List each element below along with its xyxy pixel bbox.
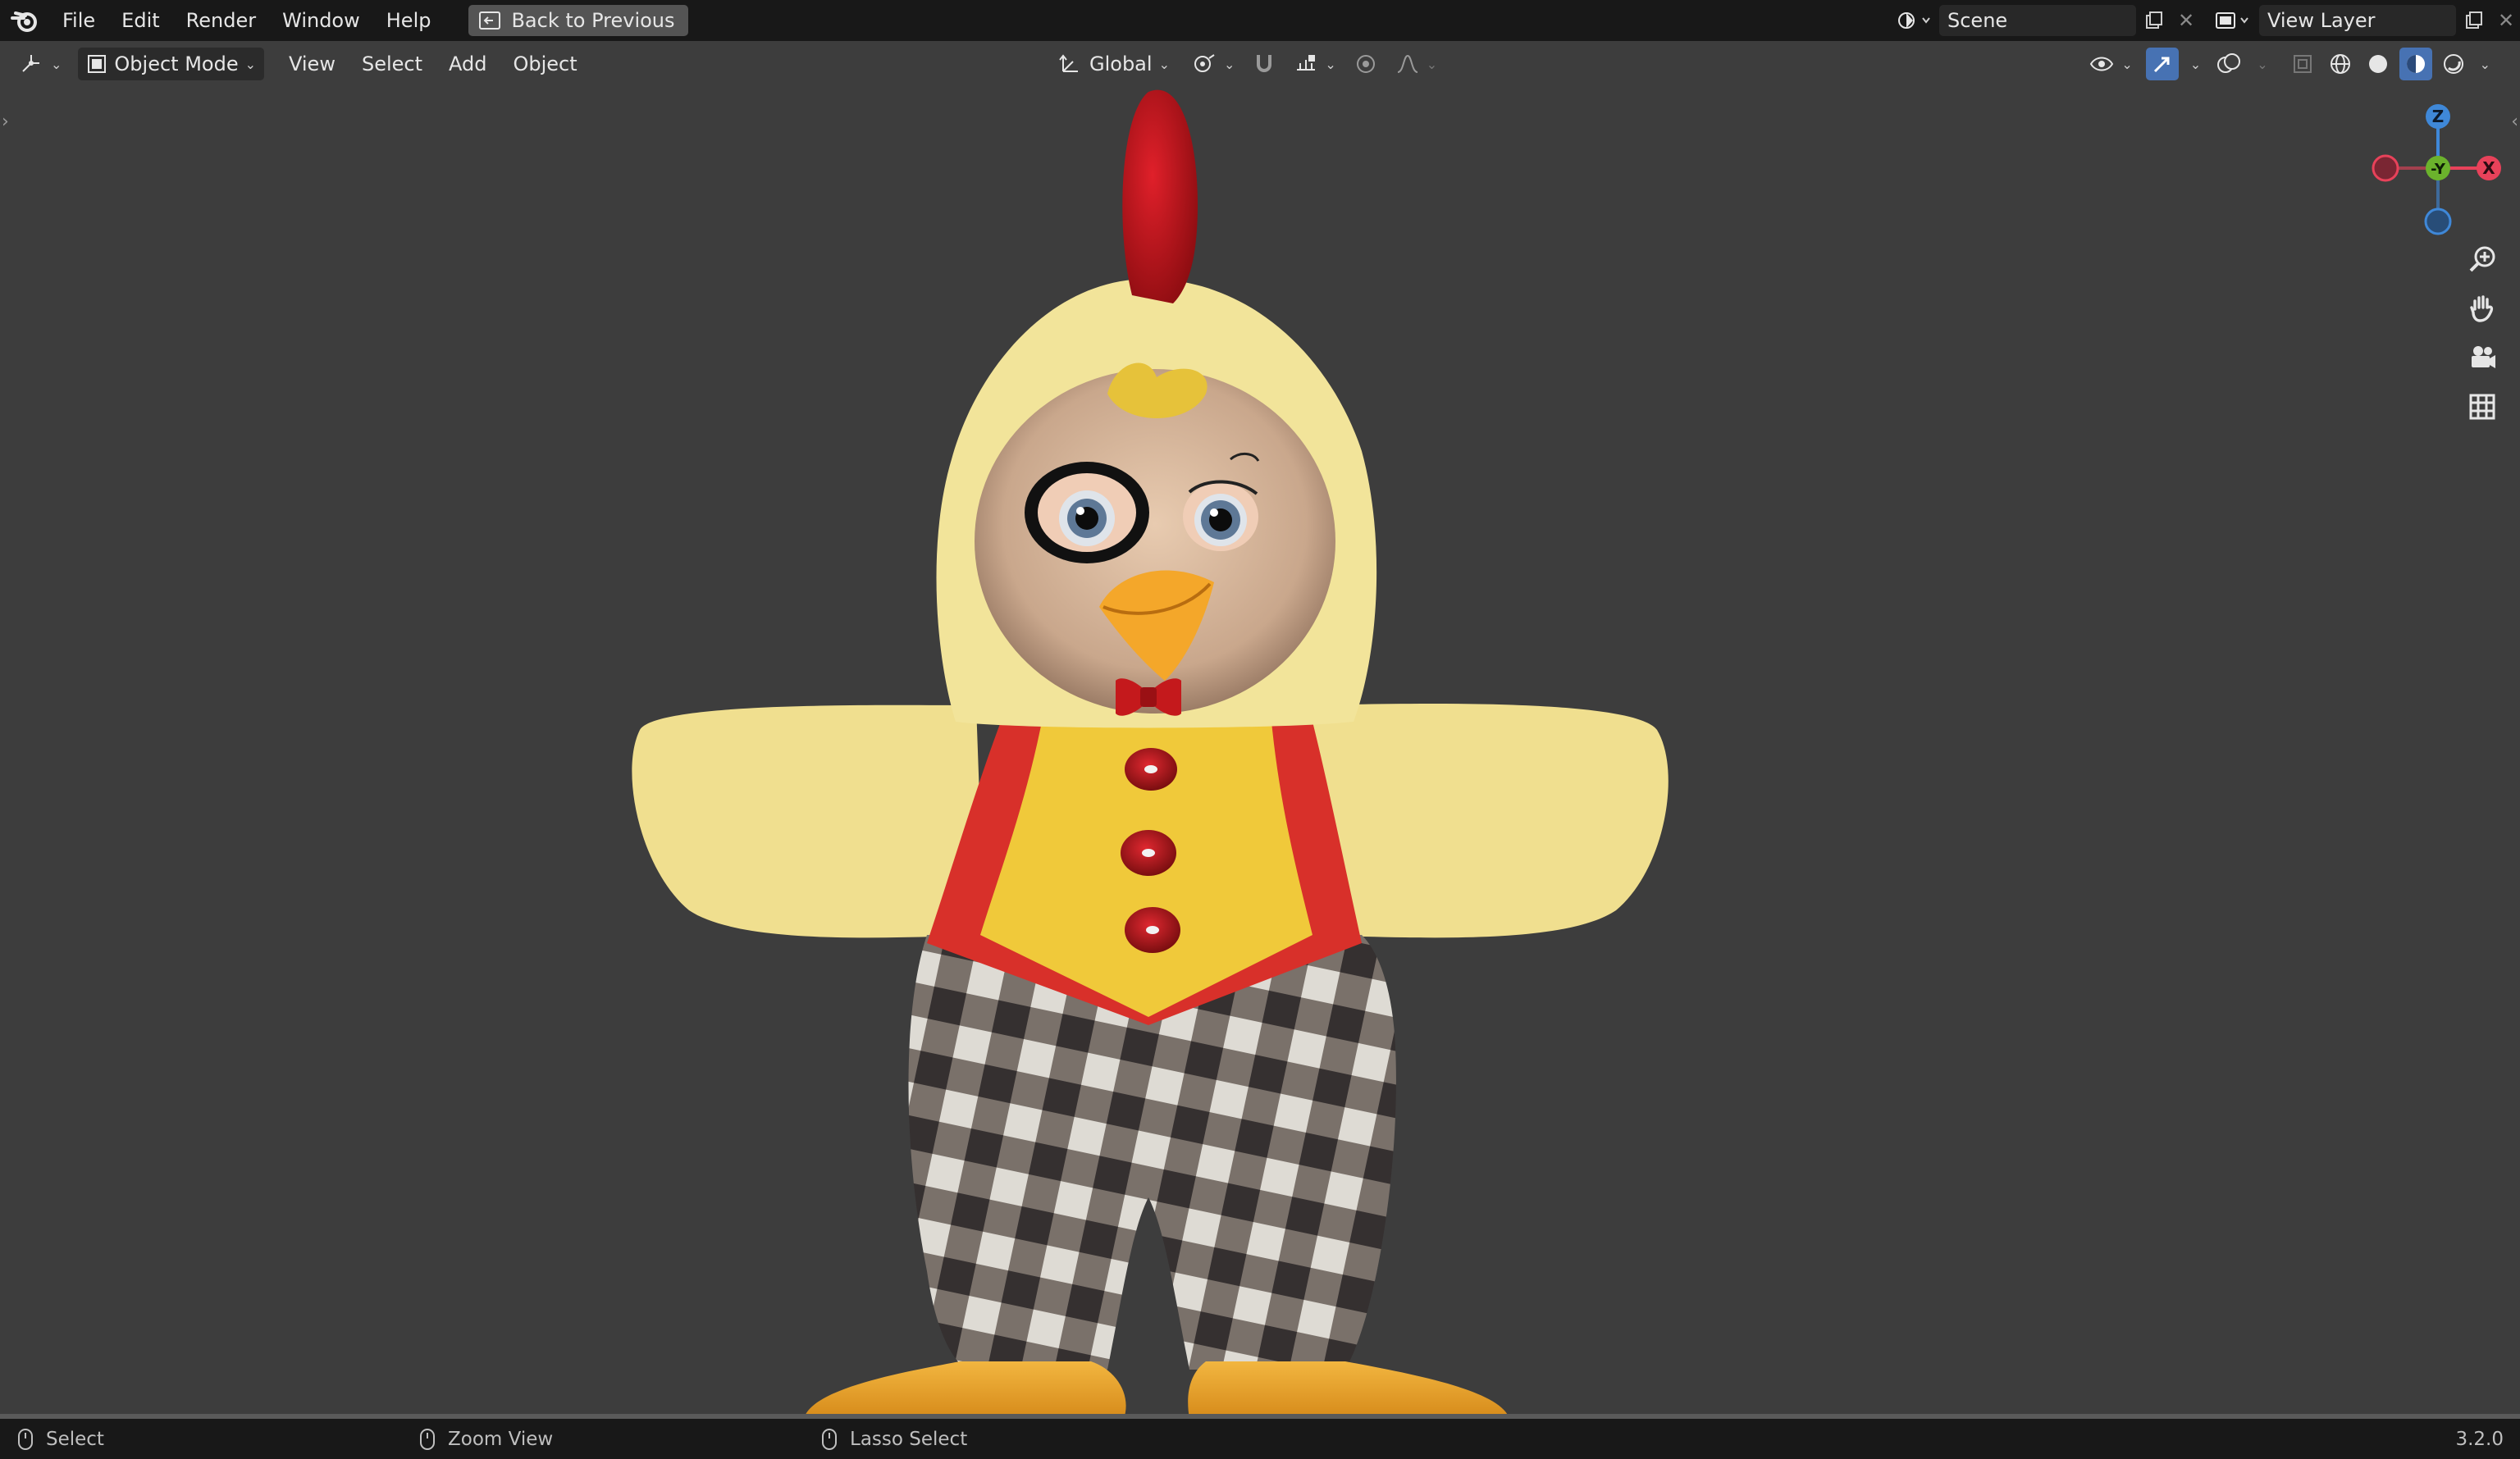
- orientation-label: Global: [1089, 52, 1153, 75]
- gizmo-dropdown-chevron-icon[interactable]: ⌄: [2184, 57, 2207, 72]
- neg-z-axis-handle[interactable]: [2424, 207, 2452, 235]
- menu-window[interactable]: Window: [269, 0, 373, 41]
- object-mode-dropdown[interactable]: Object Mode ⌄: [78, 48, 264, 80]
- y-axis-label: -Y: [2431, 161, 2446, 178]
- proportional-editing-icon[interactable]: [1349, 48, 1382, 80]
- version-label: 3.2.0: [2455, 1428, 2504, 1450]
- xray-toggle-icon[interactable]: [2286, 48, 2319, 80]
- overlays-dropdown-chevron-icon[interactable]: ⌄: [2250, 57, 2274, 72]
- view-layer-browse-icon[interactable]: [2207, 5, 2259, 36]
- menu-select[interactable]: Select: [349, 48, 436, 80]
- material-preview-shading-icon[interactable]: [2399, 48, 2432, 80]
- status-lasso-label: Lasso Select: [850, 1428, 968, 1450]
- menu-file[interactable]: File: [49, 0, 108, 41]
- pivot-point-dropdown[interactable]: ⌄: [1183, 48, 1243, 80]
- top-bar: File Edit Render Window Help Back to Pre…: [0, 0, 2520, 41]
- back-to-previous-button[interactable]: Back to Previous: [468, 5, 688, 36]
- menu-view[interactable]: View: [276, 48, 349, 80]
- menu-edit[interactable]: Edit: [108, 0, 172, 41]
- viewport-display-tools: ⌄ ⌄ ⌄ ⌄: [2080, 48, 2495, 80]
- right-mouse-icon: [822, 1428, 837, 1450]
- chevron-down-icon: ⌄: [51, 56, 62, 72]
- snap-target-dropdown[interactable]: ⌄: [1285, 48, 1344, 80]
- delete-scene-icon[interactable]: ✕: [2172, 5, 2200, 36]
- navigation-gizmo[interactable]: Z X -Y: [2362, 98, 2510, 238]
- transform-tools: Global ⌄ ⌄ ⌄ ⌄: [1050, 48, 1445, 80]
- wireframe-shading-icon[interactable]: [2324, 48, 2357, 80]
- zoom-icon[interactable]: [2461, 238, 2504, 280]
- menu-add[interactable]: Add: [436, 48, 500, 80]
- visibility-dropdown[interactable]: ⌄: [2080, 48, 2140, 80]
- sidebar-expand-arrow-icon[interactable]: ‹: [2511, 112, 2518, 132]
- camera-icon[interactable]: [2461, 336, 2504, 379]
- right-wing: [1304, 704, 1669, 938]
- solid-shading-icon[interactable]: [2362, 48, 2394, 80]
- chevron-down-icon: ⌄: [1325, 56, 1336, 72]
- scene-browse-icon[interactable]: [1890, 5, 1939, 36]
- gizmo-toggle-icon[interactable]: [2145, 48, 2179, 80]
- neg-x-axis-handle[interactable]: [2372, 154, 2399, 182]
- left-wing: [632, 704, 984, 938]
- shading-dropdown-chevron-icon[interactable]: ⌄: [2475, 57, 2495, 72]
- hand-icon[interactable]: [2461, 287, 2504, 330]
- status-select-hint: Select: [18, 1428, 104, 1450]
- grid-icon[interactable]: [2461, 385, 2504, 428]
- orientation-icon: [1059, 54, 1078, 72]
- chevron-down-icon: ⌄: [1158, 56, 1170, 72]
- chevron-down-icon: ⌄: [1223, 56, 1235, 72]
- x-axis-label: X: [2482, 158, 2495, 178]
- view-layer-name-field[interactable]: View Layer: [2259, 5, 2456, 36]
- status-bar: Select Zoom View Lasso Select 3.2.0: [0, 1414, 2520, 1459]
- falloff-curve-icon: [1397, 54, 1418, 73]
- blender-logo-icon[interactable]: [0, 0, 49, 41]
- z-axis-label: Z: [2432, 107, 2445, 126]
- chicken-mascot-model[interactable]: [623, 82, 1690, 1419]
- new-view-layer-icon[interactable]: [2456, 5, 2492, 36]
- snap-toggle-icon[interactable]: [1248, 48, 1281, 80]
- viewport-header: ⌄ Object Mode ⌄ View Select Add Object G…: [0, 41, 2520, 87]
- status-zoom-hint: Zoom View: [420, 1428, 554, 1450]
- delete-view-layer-icon[interactable]: ✕: [2492, 5, 2520, 36]
- new-scene-icon[interactable]: [2136, 5, 2172, 36]
- chevron-down-icon: ⌄: [244, 56, 256, 72]
- scene-selector-group: Scene ✕ View Layer ✕: [1890, 0, 2520, 41]
- object-mode-label: Object Mode: [114, 52, 239, 75]
- rendered-shading-icon[interactable]: [2437, 48, 2470, 80]
- snap-increment-icon: [1297, 55, 1316, 71]
- middle-mouse-icon: [420, 1428, 435, 1450]
- editor-type-button[interactable]: ⌄: [11, 48, 70, 80]
- left-foot: [804, 1361, 1126, 1419]
- editor-type-icon: [22, 55, 39, 72]
- overlays-toggle-icon[interactable]: [2212, 48, 2245, 80]
- object-mode-icon: [88, 55, 107, 73]
- status-lasso-hint: Lasso Select: [822, 1428, 968, 1450]
- toolbar-expand-arrow-icon[interactable]: ›: [2, 112, 9, 132]
- chevron-down-icon: ⌄: [2121, 56, 2133, 72]
- pivot-icon: [1194, 54, 1215, 72]
- menu-help[interactable]: Help: [373, 0, 445, 41]
- orientation-dropdown[interactable]: Global ⌄: [1050, 48, 1178, 80]
- back-icon: [479, 11, 501, 30]
- back-to-previous-label: Back to Previous: [511, 9, 675, 32]
- right-foot: [1188, 1361, 1509, 1419]
- left-mouse-icon: [18, 1428, 33, 1450]
- status-select-label: Select: [46, 1428, 104, 1450]
- status-zoom-label: Zoom View: [448, 1428, 554, 1450]
- chevron-down-icon: ⌄: [1426, 56, 1438, 72]
- menu-object[interactable]: Object: [500, 48, 590, 80]
- falloff-dropdown[interactable]: ⌄: [1387, 48, 1445, 80]
- scene-name-field[interactable]: Scene: [1939, 5, 2136, 36]
- red-comb: [1122, 89, 1198, 304]
- eye-icon: [2090, 57, 2114, 71]
- menu-render[interactable]: Render: [173, 0, 269, 41]
